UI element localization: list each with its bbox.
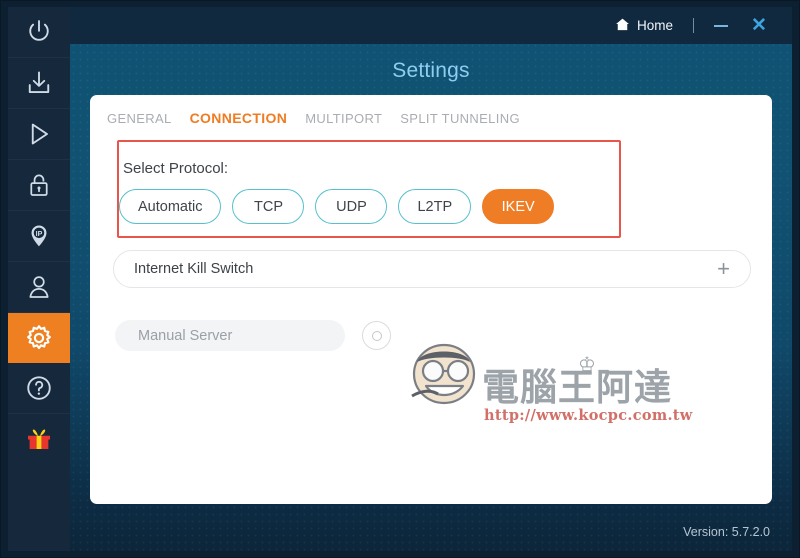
home-icon — [615, 17, 630, 35]
sidebar-item-power[interactable] — [8, 7, 70, 58]
plus-icon[interactable]: + — [717, 258, 730, 280]
select-protocol-label: Select Protocol: — [123, 160, 229, 177]
window-controls: Home ✕ — [609, 7, 774, 44]
page-title: Settings — [392, 59, 470, 82]
manual-server-field[interactable]: Manual Server — [115, 320, 345, 351]
protocol-option-tcp[interactable]: TCP — [232, 189, 305, 224]
lock-icon — [25, 171, 53, 199]
sidebar-item-ip[interactable]: IP — [8, 211, 70, 262]
settings-card: GENERAL CONNECTION MULTIPORT SPLIT TUNNE… — [90, 95, 772, 504]
play-icon — [24, 119, 54, 149]
version-label: Version: 5.7.2.0 — [683, 525, 770, 539]
home-button[interactable]: Home — [609, 17, 679, 35]
close-button[interactable]: ✕ — [744, 13, 774, 39]
protocol-options: Automatic TCP UDP L2TP IKEV — [119, 189, 555, 224]
gift-icon — [24, 424, 54, 454]
sidebar-item-play[interactable] — [8, 109, 70, 160]
tab-multiport[interactable]: MULTIPORT — [305, 111, 382, 126]
tab-general[interactable]: GENERAL — [107, 111, 172, 126]
toggle-knob-icon — [371, 330, 382, 341]
power-icon — [24, 17, 54, 47]
sidebar-item-help[interactable] — [8, 363, 70, 414]
sidebar: IP — [8, 7, 70, 551]
sidebar-item-settings[interactable] — [8, 313, 70, 363]
gear-icon — [24, 323, 54, 353]
sidebar-item-gift[interactable] — [8, 414, 70, 464]
minimize-button[interactable] — [708, 13, 734, 39]
user-icon — [25, 273, 53, 301]
protocol-option-udp[interactable]: UDP — [315, 189, 388, 224]
tab-connection[interactable]: CONNECTION — [190, 110, 288, 126]
ip-pin-icon: IP — [25, 222, 53, 250]
sidebar-item-account[interactable] — [8, 262, 70, 313]
internet-kill-switch-row[interactable]: Internet Kill Switch + — [113, 250, 751, 288]
protocol-option-ikev[interactable]: IKEV — [482, 189, 555, 224]
main-stage: Home ✕ Settings GENERAL CONNECTION MULTI… — [70, 7, 792, 551]
question-icon — [24, 373, 54, 403]
sidebar-item-lock[interactable] — [8, 160, 70, 211]
sidebar-item-download[interactable] — [8, 58, 70, 109]
titlebar-divider — [693, 18, 694, 33]
internet-kill-switch-label: Internet Kill Switch — [134, 261, 254, 277]
svg-text:IP: IP — [36, 230, 43, 238]
protocol-option-l2tp[interactable]: L2TP — [398, 189, 472, 224]
manual-server-row: Manual Server — [115, 320, 391, 351]
tab-split-tunneling[interactable]: SPLIT TUNNELING — [400, 111, 520, 126]
home-label: Home — [636, 18, 673, 33]
download-icon — [24, 68, 54, 98]
app-window: IP Home ✕ Settings GENERAL CONNECTION MU… — [0, 0, 800, 558]
tab-bar: GENERAL CONNECTION MULTIPORT SPLIT TUNNE… — [107, 110, 520, 126]
manual-server-toggle[interactable] — [362, 321, 391, 350]
protocol-option-automatic[interactable]: Automatic — [119, 189, 222, 224]
